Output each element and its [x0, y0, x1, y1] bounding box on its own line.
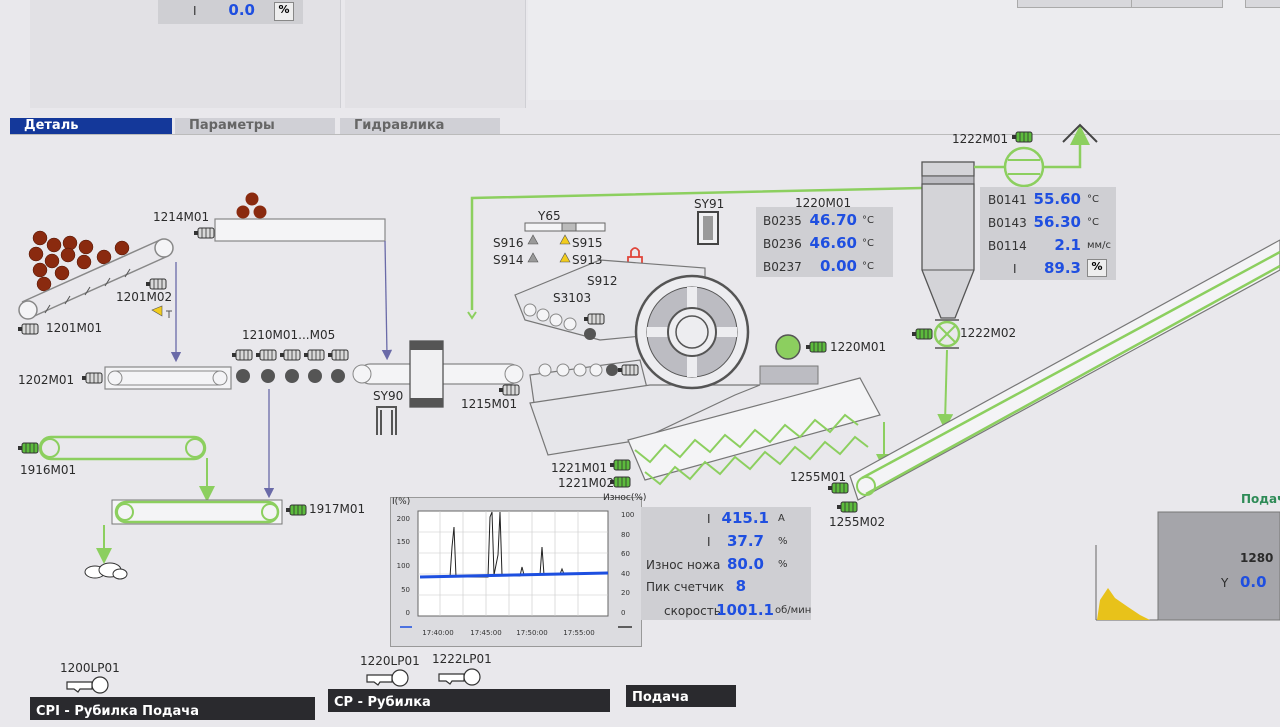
reading-value: 89.3	[1043, 259, 1081, 277]
label-1222m01: 1222M01	[952, 132, 1009, 146]
reading-value: 55.60	[1033, 190, 1081, 208]
chip-pile-icon	[84, 562, 128, 580]
trend-left-tick: 50	[401, 586, 410, 594]
chipper-value: 80.0	[726, 555, 764, 573]
right-panel-y-label: Y	[1221, 576, 1229, 590]
trend-right-tick: 100	[621, 511, 634, 519]
trend-left-tick: 200	[397, 515, 410, 523]
chipper-unit: %	[778, 559, 788, 570]
trend-time-tick: 17:40:00	[422, 629, 453, 637]
trend-right-tick: 20	[621, 589, 630, 597]
label-sy90: SY90	[373, 389, 404, 403]
label-1221m01: 1221M01	[551, 461, 608, 475]
trend-left-tick: 100	[397, 562, 410, 570]
cyclone-separator	[921, 161, 975, 319]
trend-plot: 200 150 100 50 0 100 80 60 40 20 0 17:40…	[397, 510, 634, 637]
log-bundle-icon	[236, 192, 267, 219]
label-1220lp01: 1220LP01	[360, 654, 420, 668]
reading-unit: °C	[862, 215, 874, 226]
label-1222m02: 1222M02	[960, 326, 1017, 340]
reading-unit: °C	[862, 261, 874, 272]
label-1210m01: 1210M01...M05	[242, 328, 336, 342]
reading-value: 56.30	[1033, 213, 1081, 231]
label-1255m02: 1255M02	[829, 515, 886, 529]
trend-right-tick: 80	[621, 531, 630, 539]
chipper-label: I	[707, 512, 711, 526]
label-1222lp01: 1222LP01	[432, 652, 492, 666]
trend-time-tick: 17:50:00	[516, 629, 547, 637]
reading-value: 0.00	[819, 257, 857, 275]
trend-left-tick: 0	[406, 609, 410, 617]
percent-button[interactable]: %	[1087, 259, 1107, 277]
reading-value: 46.60	[809, 234, 857, 252]
chipper-label: Пик счетчик	[646, 580, 725, 594]
label-s912: S912	[587, 274, 618, 288]
label-1255m01: 1255M01	[790, 470, 847, 484]
roller-table-1210	[236, 369, 345, 383]
panel-cp-chipper[interactable]: CP - Рубилка	[328, 689, 610, 712]
label-1215m01: 1215M01	[461, 397, 518, 411]
label-1202m01: 1202M01	[18, 373, 75, 387]
reading-tag: I	[1013, 262, 1017, 276]
label-1220m01: 1220M01	[830, 340, 887, 354]
right-panel-value-label: 1280	[1240, 551, 1274, 565]
reading-unit: °C	[862, 238, 874, 249]
reading-value: 46.70	[809, 211, 857, 229]
chipper-unit: об/мин	[775, 605, 812, 616]
trend-time-tick: 17:55:00	[563, 629, 594, 637]
chipper-value: 37.7	[726, 532, 764, 550]
reading-tag: B0141	[988, 193, 1027, 207]
trend-time-tick: 17:45:00	[470, 629, 501, 637]
label-s913: S913	[572, 253, 603, 267]
reading-tag: B0235	[763, 214, 802, 228]
distribution-area	[1097, 588, 1150, 620]
label-sy91: SY91	[694, 197, 725, 211]
label-y65: Y65	[538, 209, 561, 223]
chipper-drum	[634, 274, 750, 390]
label-1916m01: 1916M01	[20, 463, 77, 477]
label-s916: S916	[493, 236, 524, 250]
label-1200lp01: 1200LP01	[60, 661, 120, 675]
chipper-unit: %	[778, 536, 788, 547]
trend-right-tick: 60	[621, 550, 630, 558]
reading-value: 2.1	[1054, 236, 1081, 254]
reading-tag: B0237	[763, 260, 802, 274]
label-1201m02: 1201M02	[116, 290, 173, 304]
panel-feed[interactable]: Подача	[626, 685, 736, 707]
label-1201m01: 1201M01	[46, 321, 103, 335]
label-s914: S914	[493, 253, 524, 267]
label-1221m02: 1221M02	[558, 476, 615, 490]
right-panel-y-value: 0.0	[1240, 573, 1267, 591]
label-s3103: S3103	[553, 291, 592, 305]
reading-unit: °C	[1087, 217, 1099, 228]
chipper-label: I	[707, 535, 711, 549]
trend-right-tick: 40	[621, 570, 630, 578]
reading-tag: B0114	[988, 239, 1027, 253]
chipper-value: 1001.1	[716, 601, 774, 619]
trend-right-tick: 0	[621, 609, 625, 617]
right-panel-title: Подача	[1241, 492, 1280, 506]
chipper-label: Износ ножа	[646, 558, 721, 572]
reading-tag: B0236	[763, 237, 802, 251]
reading-unit: мм/с	[1087, 240, 1111, 251]
key-icon	[66, 676, 109, 694]
chipper-unit: A	[778, 513, 785, 524]
label-1917m01: 1917M01	[309, 502, 366, 516]
chipper-value: 415.1	[721, 509, 769, 527]
label-s915: S915	[572, 236, 603, 250]
label-1214m01: 1214M01	[153, 210, 210, 224]
reading-unit: °C	[1087, 194, 1099, 205]
trend-left-tick: 150	[397, 538, 410, 546]
chipper-value: 8	[735, 577, 746, 595]
panel-cpi-feed[interactable]: CPI - Рубилка Подача	[30, 697, 315, 720]
reading-tag: B0143	[988, 216, 1027, 230]
